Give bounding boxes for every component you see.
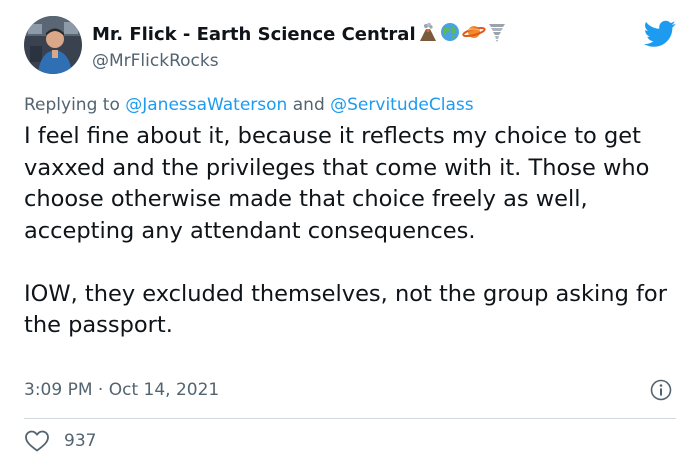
tweet-card: Mr. Flick - Earth Science Central @MrFli… <box>0 0 700 471</box>
tweet-paragraph-2: IOW, they excluded themselves, not the g… <box>24 280 667 339</box>
tornado-icon <box>488 22 506 46</box>
tweet-body: I feel fine about it, because it reflect… <box>24 121 674 342</box>
heart-icon <box>25 430 49 452</box>
tweet-paragraph-1: I feel fine about it, because it reflect… <box>24 123 650 244</box>
divider <box>24 418 676 419</box>
author-handle[interactable]: @MrFlickRocks <box>92 51 219 71</box>
replying-to-conjunction: and <box>292 95 325 115</box>
avatar-image <box>24 16 82 74</box>
timestamp-separator: · <box>97 380 104 400</box>
globe-icon <box>440 22 460 46</box>
author-name-row: Mr. Flick - Earth Science Central <box>92 22 506 46</box>
info-icon[interactable] <box>650 379 672 401</box>
avatar[interactable] <box>24 16 82 74</box>
volcano-icon <box>418 22 438 46</box>
like-button[interactable]: 937 <box>24 429 96 453</box>
mention-link-2[interactable]: @ServitudeClass <box>330 95 473 115</box>
like-count: 937 <box>64 431 97 451</box>
author-display-name[interactable]: Mr. Flick - Earth Science Central <box>92 24 416 45</box>
tweet-date: Oct 14, 2021 <box>108 380 220 400</box>
twitter-bird-icon[interactable] <box>644 20 676 48</box>
replying-to-line: Replying to @JanessaWaterson and @Servit… <box>24 95 474 115</box>
tweet-timestamp[interactable]: 3:09 PM · Oct 14, 2021 <box>24 380 219 400</box>
ringed-planet-icon <box>461 22 486 46</box>
mention-link-1[interactable]: @JanessaWaterson <box>125 95 287 115</box>
tweet-time: 3:09 PM <box>24 380 93 400</box>
replying-to-prefix: Replying to <box>24 95 120 115</box>
